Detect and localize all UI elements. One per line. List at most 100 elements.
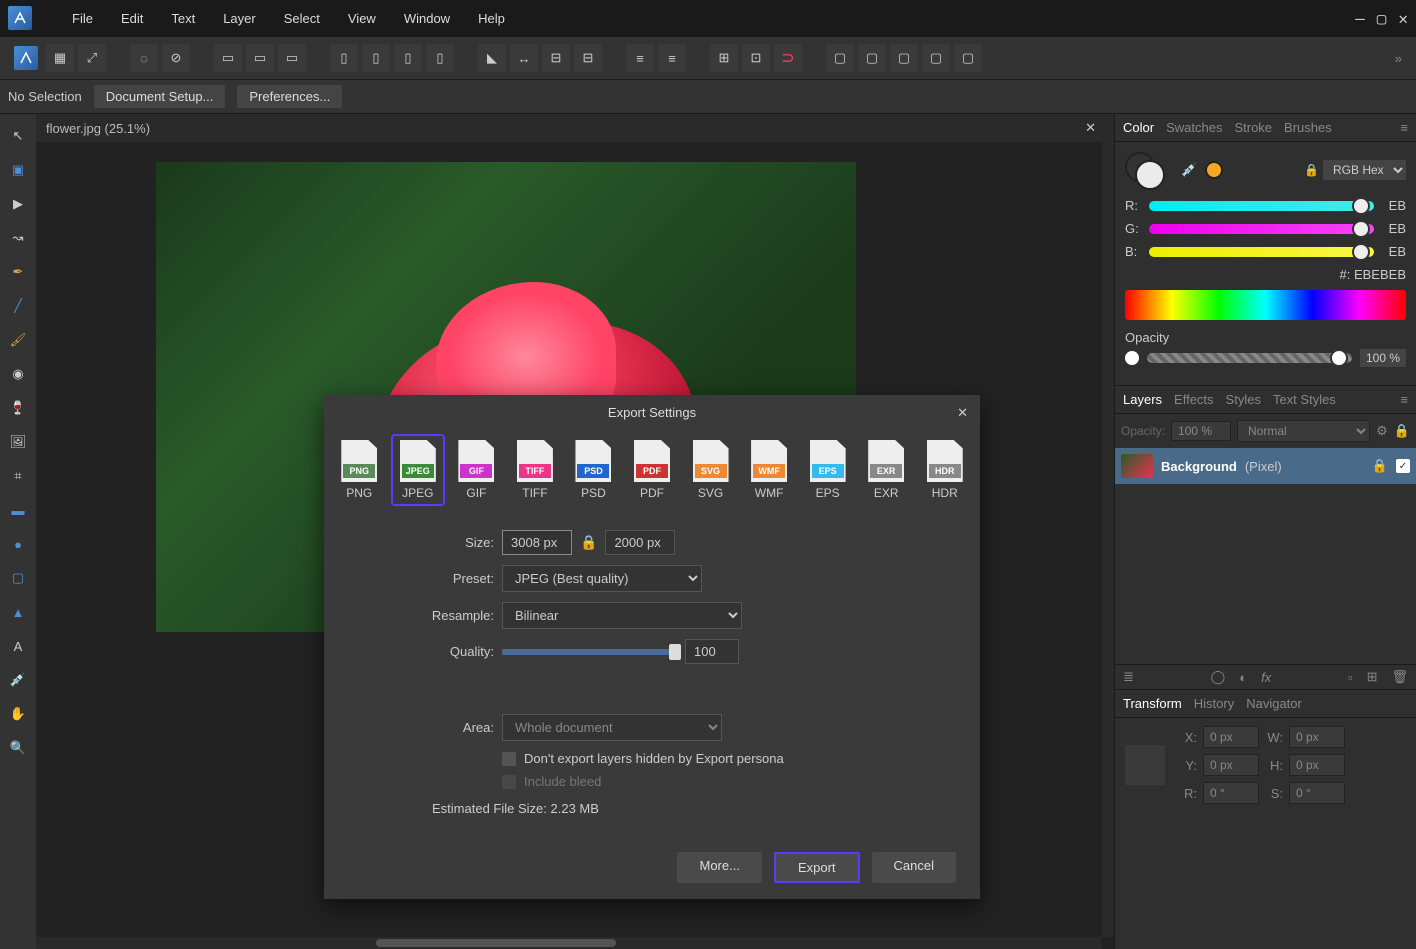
toolbar-btn[interactable]: ◌ (130, 44, 158, 72)
add-icon[interactable]: ▫ (1348, 670, 1353, 685)
pen-tool-icon[interactable]: ↝ (4, 224, 32, 252)
tab-navigator[interactable]: Navigator (1246, 696, 1302, 711)
preset-select[interactable]: JPEG (Best quality) (502, 565, 702, 592)
g-slider[interactable] (1149, 224, 1374, 234)
scrollbar-thumb[interactable] (376, 939, 616, 947)
roundrect-tool-icon[interactable]: ▢ (4, 564, 32, 592)
format-eps[interactable]: EPSEPS (800, 434, 855, 506)
format-pdf[interactable]: PDFPDF (625, 434, 680, 506)
tab-close-icon[interactable]: ✕ (1085, 120, 1096, 136)
tab-layers[interactable]: Layers (1123, 392, 1162, 407)
format-gif[interactable]: GIFGIF (449, 434, 504, 506)
marquee-tool-icon[interactable]: ▣ (4, 156, 32, 184)
toolbar-btn[interactable]: ⤢ (78, 44, 106, 72)
color-mode-select[interactable]: RGB Hex (1323, 160, 1406, 180)
layer-visible-checkbox[interactable]: ✓ (1396, 459, 1410, 473)
persona-icon[interactable] (14, 46, 38, 70)
quality-slider[interactable] (502, 649, 677, 655)
gear-icon[interactable]: ⚙ (1376, 423, 1388, 439)
quality-input[interactable] (685, 639, 739, 664)
w-input[interactable] (1289, 726, 1345, 748)
toolbar-btn[interactable]: ⊟ (542, 44, 570, 72)
preferences-button[interactable]: Preferences... (237, 85, 342, 108)
toolbar-btn[interactable]: ▦ (46, 44, 74, 72)
resample-select[interactable]: Bilinear (502, 602, 742, 629)
toolbar-btn[interactable]: ▯ (362, 44, 390, 72)
snap-grid-icon[interactable]: ⊞ (710, 44, 738, 72)
document-setup-button[interactable]: Document Setup... (94, 85, 226, 108)
fx-icon[interactable]: fx (1261, 670, 1271, 685)
format-psd[interactable]: PSDPSD (566, 434, 621, 506)
toolbar-btn[interactable]: ◣ (478, 44, 506, 72)
s-input[interactable] (1289, 782, 1345, 804)
format-tiff[interactable]: TIFFTIFF (508, 434, 563, 506)
toolbar-btn[interactable]: ≡ (658, 44, 686, 72)
adjust-icon[interactable]: ◐ (1239, 670, 1247, 685)
toolbar-btn[interactable]: ↔ (510, 44, 538, 72)
snap-icon[interactable]: ⊡ (742, 44, 770, 72)
fill-color-circle[interactable] (1135, 160, 1165, 190)
dialog-close-icon[interactable]: ✕ (957, 405, 968, 421)
menu-layer[interactable]: Layer (223, 11, 256, 26)
cancel-button[interactable]: Cancel (872, 852, 956, 883)
text-tool-icon[interactable]: A (4, 632, 32, 660)
minimize-button[interactable]: — (1355, 9, 1365, 28)
panel-menu-icon[interactable]: ≡ (1400, 392, 1408, 407)
pen2-tool-icon[interactable]: ✒ (4, 258, 32, 286)
toolbar-btn[interactable]: ⊘ (162, 44, 190, 72)
h-input[interactable] (1289, 754, 1345, 776)
trash-icon[interactable]: 🗑 (1392, 669, 1409, 685)
b-slider[interactable] (1149, 247, 1374, 257)
glass-tool-icon[interactable]: 🍷 (4, 394, 32, 422)
lock-icon[interactable]: 🔒 (1304, 163, 1319, 177)
y-input[interactable] (1203, 754, 1259, 776)
toolbar-btn[interactable]: ▢ (890, 44, 918, 72)
tab-transform[interactable]: Transform (1123, 696, 1182, 711)
area-select[interactable]: Whole document (502, 714, 722, 741)
toolbar-btn[interactable]: ▯ (330, 44, 358, 72)
crop-tool-icon[interactable]: ⌗ (4, 462, 32, 490)
rect-tool-icon[interactable]: ▬ (4, 496, 32, 524)
format-png[interactable]: PNGPNG (332, 434, 387, 506)
document-tab[interactable]: flower.jpg (25.1%) (46, 121, 150, 136)
menu-file[interactable]: File (72, 11, 93, 26)
node-tool-icon[interactable]: ▶ (4, 190, 32, 218)
layer-lock-icon[interactable]: 🔒 (1372, 458, 1388, 474)
magnet-icon[interactable]: ⊃ (774, 44, 802, 72)
tab-swatches[interactable]: Swatches (1166, 120, 1222, 135)
format-wmf[interactable]: WMFWMF (742, 434, 797, 506)
export-button[interactable]: Export (774, 852, 860, 883)
format-exr[interactable]: EXREXR (859, 434, 914, 506)
format-svg[interactable]: SVGSVG (683, 434, 738, 506)
menu-window[interactable]: Window (404, 11, 450, 26)
tab-effects[interactable]: Effects (1174, 392, 1214, 407)
toolbar-btn[interactable]: ▢ (922, 44, 950, 72)
eyedropper-tool-icon[interactable]: 💉 (4, 666, 32, 694)
tab-styles[interactable]: Styles (1226, 392, 1261, 407)
more-button[interactable]: More... (677, 852, 761, 883)
move-tool-icon[interactable]: ↖ (4, 122, 32, 150)
opacity-value[interactable]: 100 % (1360, 349, 1406, 367)
tab-color[interactable]: Color (1123, 120, 1154, 135)
width-input[interactable] (502, 530, 572, 555)
format-hdr[interactable]: HDRHDR (917, 434, 972, 506)
toolbar-btn[interactable]: ≡ (626, 44, 654, 72)
triangle-tool-icon[interactable]: ▲ (4, 598, 32, 626)
r-slider[interactable] (1149, 201, 1374, 211)
toolbar-btn[interactable]: ▯ (426, 44, 454, 72)
sample-color-circle[interactable] (1205, 161, 1223, 179)
tab-brushes[interactable]: Brushes (1284, 120, 1332, 135)
toolbar-btn[interactable]: ▢ (954, 44, 982, 72)
blend-mode-select[interactable]: Normal (1237, 420, 1370, 442)
toolbar-btn[interactable]: ▯ (394, 44, 422, 72)
layers-icon[interactable]: ≣ (1123, 669, 1134, 685)
panel-menu-icon[interactable]: ≡ (1400, 120, 1408, 135)
close-button[interactable]: ✕ (1398, 9, 1408, 28)
layer-row[interactable]: Background (Pixel) 🔒 ✓ (1115, 448, 1416, 484)
layer-opacity-input[interactable] (1171, 421, 1231, 441)
spectrum-picker[interactable] (1125, 290, 1406, 320)
image-tool-icon[interactable]: 🖼 (4, 428, 32, 456)
toolbar-btn[interactable]: ▢ (858, 44, 886, 72)
opacity-slider[interactable] (1147, 353, 1352, 363)
grid-icon[interactable]: ⊞ (1367, 669, 1378, 685)
